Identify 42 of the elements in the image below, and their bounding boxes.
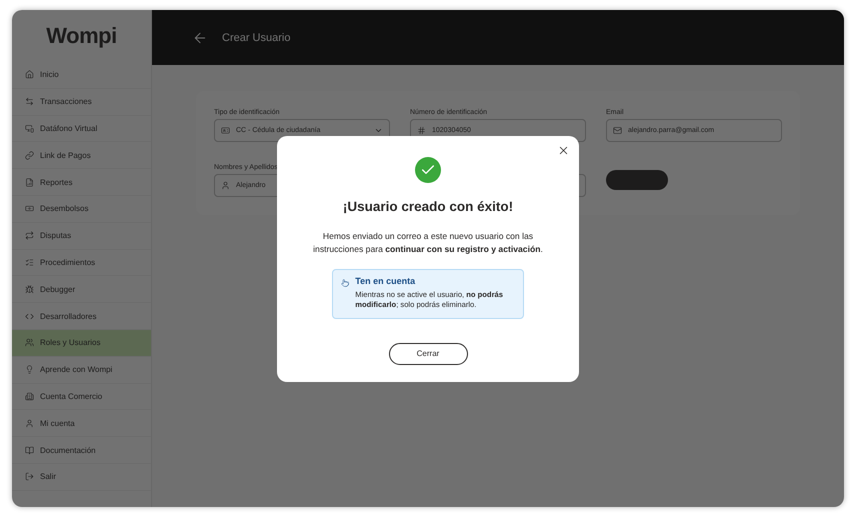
- sidebar-item[interactable]: Procedimientos: [12, 250, 151, 276]
- report-icon: [25, 178, 34, 187]
- sidebar-item[interactable]: Salir: [12, 464, 151, 491]
- sidebar-item[interactable]: Datáfono Virtual: [12, 116, 151, 142]
- chevron-icon: [374, 126, 383, 135]
- sidebar-item[interactable]: Debugger: [12, 276, 151, 304]
- bug-icon: [25, 284, 34, 294]
- notice-title: Ten en cuenta: [355, 276, 416, 286]
- sidebar-item[interactable]: Disputas: [12, 222, 151, 250]
- logo: Wompi: [45, 22, 118, 50]
- code-icon: [25, 312, 34, 321]
- page-title: Crear Usuario: [222, 32, 290, 44]
- users-icon: [25, 338, 34, 348]
- sidebar-item[interactable]: Mi cuenta: [12, 410, 151, 438]
- sidebar-item[interactable]: Link de Pagos: [12, 142, 151, 170]
- book-icon: [25, 446, 34, 455]
- arrows-icon: [25, 97, 34, 106]
- user-icon: [221, 181, 230, 190]
- sidebar-item[interactable]: Inicio: [12, 62, 151, 89]
- sidebar-item[interactable]: Documentación: [12, 437, 151, 464]
- logout-icon: [25, 472, 34, 482]
- mail-icon: [613, 126, 622, 135]
- close-dialog-button[interactable]: Cerrar: [388, 342, 468, 364]
- sidebar-item[interactable]: Transacciones: [12, 88, 151, 116]
- dialog-message: Hemos enviado un correo a este nuevo usuario con las instrucciones para continuar con su registro y activación.: [312, 230, 544, 256]
- sidebar-item[interactable]: Desembolsos: [12, 196, 151, 223]
- user-icon: [25, 418, 34, 428]
- home-icon: [25, 70, 34, 80]
- monitor-icon: [25, 124, 34, 133]
- building-icon: [25, 392, 34, 401]
- sidebar-item[interactable]: Roles y Usuarios: [12, 330, 151, 357]
- check-circle-icon: [415, 156, 441, 182]
- money-icon: [25, 204, 34, 214]
- sidebar-item[interactable]: Cuenta Comercio: [12, 384, 151, 410]
- link-icon: [25, 150, 34, 160]
- action-button[interactable]: [606, 170, 668, 190]
- dialog-title: ¡Usuario creado con éxito!: [342, 198, 514, 214]
- repeat-icon: [25, 231, 34, 240]
- hash-icon: [417, 126, 426, 135]
- sidebar-item[interactable]: Reportes: [12, 169, 151, 196]
- checklist-icon: [25, 258, 34, 267]
- id-card-icon: [221, 126, 230, 135]
